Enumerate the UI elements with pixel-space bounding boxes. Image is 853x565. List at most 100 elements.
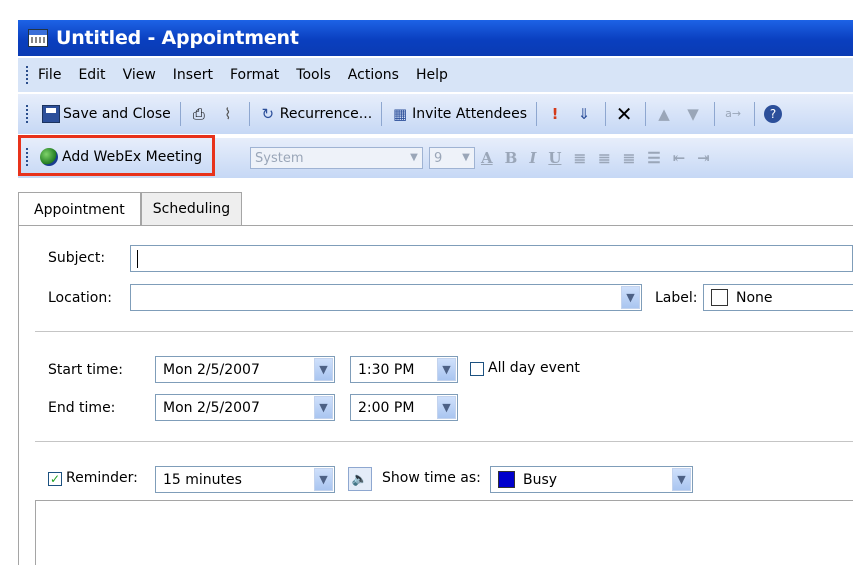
- show-time-as-value: Busy: [523, 471, 558, 488]
- save-close-label: Save and Close: [63, 106, 171, 122]
- webex-highlight-box: [18, 135, 215, 176]
- down-arrow-icon: ⇓: [577, 105, 591, 123]
- chevron-down-icon: ▼: [437, 358, 456, 381]
- menu-format[interactable]: Format: [230, 67, 279, 83]
- printer-icon: ⎙: [192, 105, 205, 123]
- help-button[interactable]: ?: [760, 100, 789, 128]
- appointment-window: Untitled - Appointment File Edit View In…: [0, 0, 853, 565]
- start-time-label: Start time:: [48, 362, 123, 378]
- label-value: None: [736, 289, 773, 306]
- all-day-checkbox[interactable]: [470, 362, 484, 376]
- title-bar: Untitled - Appointment: [18, 20, 853, 56]
- underline-icon[interactable]: U: [548, 149, 561, 167]
- exclamation-icon: !: [551, 105, 559, 123]
- separator: [714, 102, 716, 126]
- high-importance-button[interactable]: !: [542, 100, 571, 128]
- low-importance-button[interactable]: ⇓: [571, 100, 600, 128]
- show-time-as-label: Show time as:: [382, 470, 481, 486]
- separator: [645, 102, 647, 126]
- chevron-down-icon: ▼: [314, 396, 333, 419]
- spelling-button[interactable]: a→: [720, 100, 749, 128]
- menu-insert[interactable]: Insert: [173, 67, 213, 83]
- notes-area[interactable]: [35, 500, 853, 565]
- subject-label: Subject:: [48, 250, 106, 266]
- format-toolbar: System ▼ 9 ▼ A B I U ≣ ≣ ≣ ☰ ⇤ ⇥: [250, 144, 716, 172]
- down-triangle-icon: ▼: [687, 105, 699, 123]
- label-label: Label:: [655, 290, 698, 306]
- save-close-button[interactable]: Save and Close: [38, 100, 175, 128]
- speaker-icon: 🔈: [351, 471, 369, 487]
- tab-strip: Appointment Scheduling: [18, 192, 243, 226]
- print-button[interactable]: ⎙: [186, 100, 215, 128]
- start-date-value: Mon 2/5/2007: [163, 361, 260, 378]
- decrease-indent-icon[interactable]: ⇤: [673, 149, 686, 167]
- end-date-value: Mon 2/5/2007: [163, 399, 260, 416]
- menu-view[interactable]: View: [123, 67, 156, 83]
- previous-item-button[interactable]: ▲: [651, 100, 680, 128]
- font-size-select[interactable]: 9 ▼: [429, 147, 475, 169]
- font-name-value: System: [255, 150, 304, 166]
- menu-edit[interactable]: Edit: [78, 67, 105, 83]
- all-day-label: All day event: [488, 360, 580, 376]
- calendar-icon: [28, 29, 48, 47]
- end-time-label: End time:: [48, 400, 116, 416]
- separator: [381, 102, 383, 126]
- menu-tools[interactable]: Tools: [296, 67, 331, 83]
- start-date-select[interactable]: Mon 2/5/2007 ▼: [155, 356, 335, 383]
- bullets-icon[interactable]: ☰: [647, 149, 660, 167]
- delete-button[interactable]: ✕: [611, 100, 640, 128]
- separator: [754, 102, 756, 126]
- increase-indent-icon[interactable]: ⇥: [697, 149, 710, 167]
- menu-actions[interactable]: Actions: [348, 67, 399, 83]
- subject-input[interactable]: [130, 245, 853, 272]
- recurrence-button[interactable]: ↻ Recurrence...: [255, 100, 376, 128]
- start-time-select[interactable]: 1:30 PM ▼: [350, 356, 458, 383]
- bold-icon[interactable]: B: [505, 149, 518, 167]
- end-time-value: 2:00 PM: [358, 399, 415, 416]
- menu-help[interactable]: Help: [416, 67, 448, 83]
- grip-handle[interactable]: [26, 66, 32, 84]
- divider: [35, 331, 853, 332]
- divider: [35, 441, 853, 442]
- up-triangle-icon: ▲: [658, 105, 670, 123]
- align-center-icon[interactable]: ≣: [598, 149, 611, 167]
- align-right-icon[interactable]: ≣: [623, 149, 636, 167]
- label-color-swatch: [711, 289, 728, 306]
- chevron-down-icon: ▼: [410, 152, 418, 163]
- align-left-icon[interactable]: ≣: [573, 149, 586, 167]
- italic-icon[interactable]: I: [529, 149, 536, 167]
- separator: [536, 102, 538, 126]
- font-name-select[interactable]: System ▼: [250, 147, 423, 169]
- tab-appointment[interactable]: Appointment: [18, 192, 141, 226]
- recurrence-label: Recurrence...: [279, 106, 373, 122]
- attach-button[interactable]: ⌇: [215, 100, 244, 128]
- font-size-value: 9: [434, 150, 443, 166]
- recurrence-icon: ↻: [261, 105, 275, 123]
- menu-file[interactable]: File: [38, 67, 61, 83]
- end-date-select[interactable]: Mon 2/5/2007 ▼: [155, 394, 335, 421]
- location-label: Location:: [48, 290, 112, 306]
- tab-scheduling[interactable]: Scheduling: [140, 192, 243, 225]
- help-icon: ?: [764, 105, 783, 123]
- busy-color-swatch: [498, 471, 515, 488]
- spelling-icon: a→: [725, 107, 742, 120]
- grip-handle[interactable]: [26, 105, 32, 123]
- reminder-sound-button[interactable]: 🔈: [348, 467, 372, 491]
- reminder-checkbox[interactable]: ✓: [48, 472, 62, 486]
- paperclip-icon: ⌇: [224, 105, 232, 123]
- show-time-as-select[interactable]: Busy ▼: [490, 466, 693, 493]
- chevron-down-icon: ▼: [314, 468, 333, 491]
- font-color-icon[interactable]: A: [481, 149, 493, 167]
- end-time-select[interactable]: 2:00 PM ▼: [350, 394, 458, 421]
- menu-bar: File Edit View Insert Format Tools Actio…: [18, 58, 853, 92]
- reminder-select[interactable]: 15 minutes ▼: [155, 466, 335, 493]
- window-title: Untitled - Appointment: [56, 27, 299, 49]
- chevron-down-icon: ▼: [462, 152, 470, 163]
- reminder-value: 15 minutes: [163, 471, 242, 488]
- label-select[interactable]: None: [703, 284, 853, 311]
- chevron-down-icon: ▼: [621, 286, 640, 309]
- separator: [248, 102, 250, 126]
- next-item-button[interactable]: ▼: [680, 100, 709, 128]
- invite-attendees-button[interactable]: ▦ Invite Attendees: [387, 100, 531, 128]
- location-select[interactable]: ▼: [130, 284, 642, 311]
